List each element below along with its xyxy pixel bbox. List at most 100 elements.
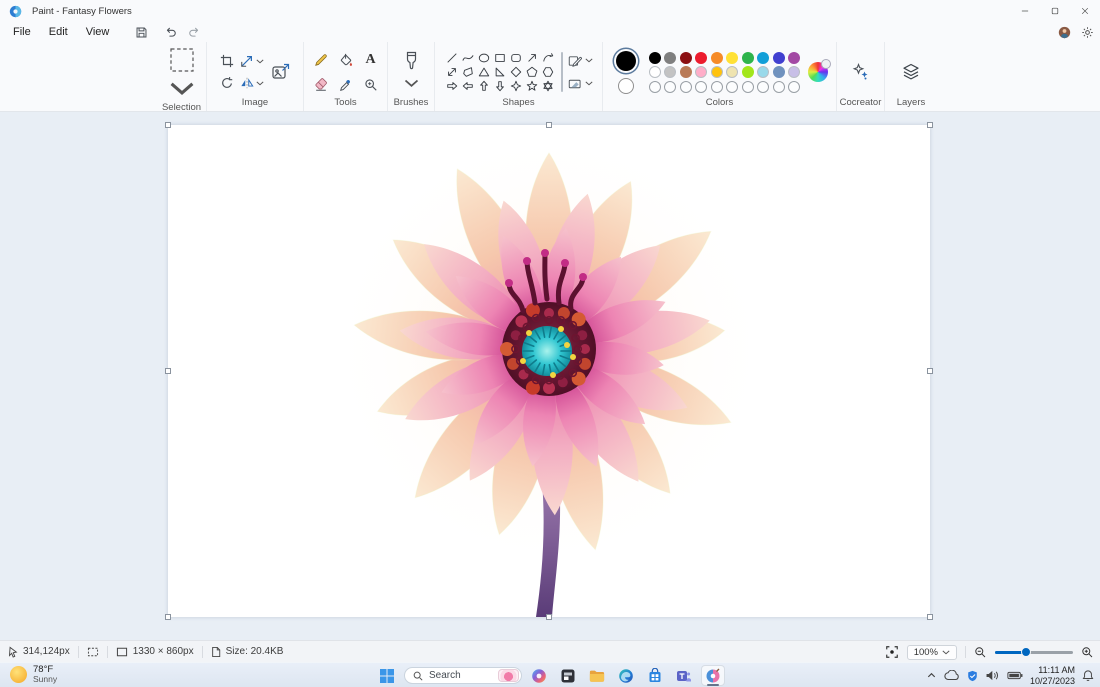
canvas-resize-handle[interactable]	[546, 122, 552, 128]
shape-outline-button[interactable]	[568, 54, 583, 68]
palette-swatch-6[interactable]	[742, 52, 754, 64]
resize-button[interactable]	[240, 54, 254, 68]
flip-button[interactable]	[240, 76, 254, 90]
color2-swatch[interactable]	[618, 78, 634, 94]
palette-swatch-1[interactable]	[664, 52, 676, 64]
palette-swatch-19[interactable]	[788, 66, 800, 78]
menu-view[interactable]: View	[77, 24, 119, 40]
palette-swatch-15[interactable]	[726, 66, 738, 78]
shape-two-headed-arrow-icon[interactable]	[445, 66, 460, 79]
palette-swatch-12[interactable]	[680, 66, 692, 78]
menu-edit[interactable]: Edit	[40, 24, 77, 40]
notifications-bell-icon[interactable]	[1082, 669, 1094, 682]
shape-curved-arrow-icon[interactable]	[541, 52, 556, 65]
palette-swatch-3[interactable]	[695, 52, 707, 64]
palette-swatch-16[interactable]	[742, 66, 754, 78]
palette-swatch-empty[interactable]	[649, 81, 661, 93]
zoom-slider-thumb[interactable]	[1021, 647, 1031, 657]
cocreator-button[interactable]	[851, 62, 871, 82]
shape-ellipse-icon[interactable]	[477, 52, 492, 65]
edit-colors-wheel-button[interactable]	[808, 62, 828, 82]
canvas-resize-handle[interactable]	[927, 368, 933, 374]
shape-pentagon-icon[interactable]	[525, 66, 540, 79]
taskbar-clock[interactable]: 11:11 AM 10/27/2023	[1030, 665, 1075, 686]
canvas-resize-handle[interactable]	[927, 122, 933, 128]
shape-line-icon[interactable]	[445, 52, 460, 65]
canvas-resize-handle[interactable]	[165, 122, 171, 128]
brushes-button[interactable]	[404, 51, 419, 93]
canvas-resize-handle[interactable]	[165, 614, 171, 620]
chevron-down-icon[interactable]	[256, 81, 264, 86]
shape-hexagon-icon[interactable]	[541, 66, 556, 79]
palette-swatch-13[interactable]	[695, 66, 707, 78]
taskbar-weather-widget[interactable]: 78°F Sunny	[10, 665, 57, 685]
shape-diamond-icon[interactable]	[509, 66, 524, 79]
eyedropper-tool-button[interactable]	[339, 78, 353, 92]
magnifier-tool-button[interactable]	[364, 78, 378, 92]
chevron-down-icon[interactable]	[404, 74, 419, 93]
palette-swatch-9[interactable]	[788, 52, 800, 64]
redo-button[interactable]	[182, 24, 204, 40]
selection-tool-button[interactable]	[169, 47, 195, 102]
palette-swatch-empty[interactable]	[664, 81, 676, 93]
security-shield-icon[interactable]	[967, 670, 978, 682]
palette-swatch-empty[interactable]	[680, 81, 692, 93]
account-avatar[interactable]	[1058, 26, 1071, 39]
taskbar-app-store[interactable]	[643, 665, 667, 686]
canvas-resize-handle[interactable]	[165, 368, 171, 374]
fill-tool-button[interactable]	[339, 52, 353, 68]
taskbar-app-file-explorer[interactable]	[585, 665, 609, 686]
zoom-out-button[interactable]	[974, 646, 987, 659]
zoom-level-dropdown[interactable]: 100%	[907, 645, 957, 660]
chevron-down-icon[interactable]	[256, 59, 264, 64]
taskbar-app-teams[interactable]	[672, 665, 696, 686]
canvas-resize-handle[interactable]	[927, 614, 933, 620]
canvas-resize-handle[interactable]	[546, 614, 552, 620]
pencil-tool-button[interactable]	[314, 52, 328, 68]
close-button[interactable]	[1070, 0, 1100, 22]
shape-rounded-rectangle-icon[interactable]	[509, 52, 524, 65]
shape-four-point-star-icon[interactable]	[509, 80, 524, 93]
taskbar-app-edge[interactable]	[614, 665, 638, 686]
shape-arrow-up-icon[interactable]	[477, 80, 492, 93]
shapes-scrollbar[interactable]	[561, 52, 563, 92]
maximize-button[interactable]	[1040, 0, 1070, 22]
ai-image-creator-button[interactable]	[271, 62, 291, 82]
palette-swatch-7[interactable]	[757, 52, 769, 64]
shape-fill-button[interactable]	[568, 77, 583, 91]
palette-swatch-empty[interactable]	[773, 81, 785, 93]
menu-file[interactable]: File	[4, 24, 40, 40]
palette-swatch-4[interactable]	[711, 52, 723, 64]
save-button[interactable]	[130, 24, 152, 40]
shape-triangle-icon[interactable]	[477, 66, 492, 79]
shape-arrow-right-icon[interactable]	[445, 80, 460, 93]
taskbar-app-copilot[interactable]	[527, 665, 551, 686]
palette-swatch-empty[interactable]	[711, 81, 723, 93]
palette-swatch-10[interactable]	[649, 66, 661, 78]
palette-swatch-empty[interactable]	[695, 81, 707, 93]
palette-swatch-5[interactable]	[726, 52, 738, 64]
start-button[interactable]	[375, 665, 399, 686]
shape-right-triangle-icon[interactable]	[493, 66, 508, 79]
chevron-down-icon[interactable]	[169, 76, 195, 102]
zoom-in-button[interactable]	[1081, 646, 1094, 659]
shape-five-point-star-icon[interactable]	[525, 80, 540, 93]
shape-curve-icon[interactable]	[461, 52, 476, 65]
drawing-canvas[interactable]	[168, 125, 930, 617]
undo-button[interactable]	[160, 24, 182, 40]
text-tool-button[interactable]: A	[364, 52, 378, 68]
palette-swatch-empty[interactable]	[757, 81, 769, 93]
taskbar-app-paint[interactable]	[701, 665, 725, 686]
fit-to-screen-button[interactable]	[885, 645, 899, 659]
palette-swatch-empty[interactable]	[788, 81, 800, 93]
layers-button[interactable]	[901, 62, 921, 82]
minimize-button[interactable]	[1010, 0, 1040, 22]
shape-six-point-star-icon[interactable]	[541, 80, 556, 93]
shape-arrow-icon[interactable]	[525, 52, 540, 65]
hidden-icons-chevron[interactable]	[926, 670, 937, 681]
palette-swatch-17[interactable]	[757, 66, 769, 78]
eraser-tool-button[interactable]	[314, 78, 328, 92]
zoom-slider[interactable]	[995, 646, 1073, 658]
taskbar-app-widgets[interactable]	[556, 665, 580, 686]
palette-swatch-empty[interactable]	[742, 81, 754, 93]
